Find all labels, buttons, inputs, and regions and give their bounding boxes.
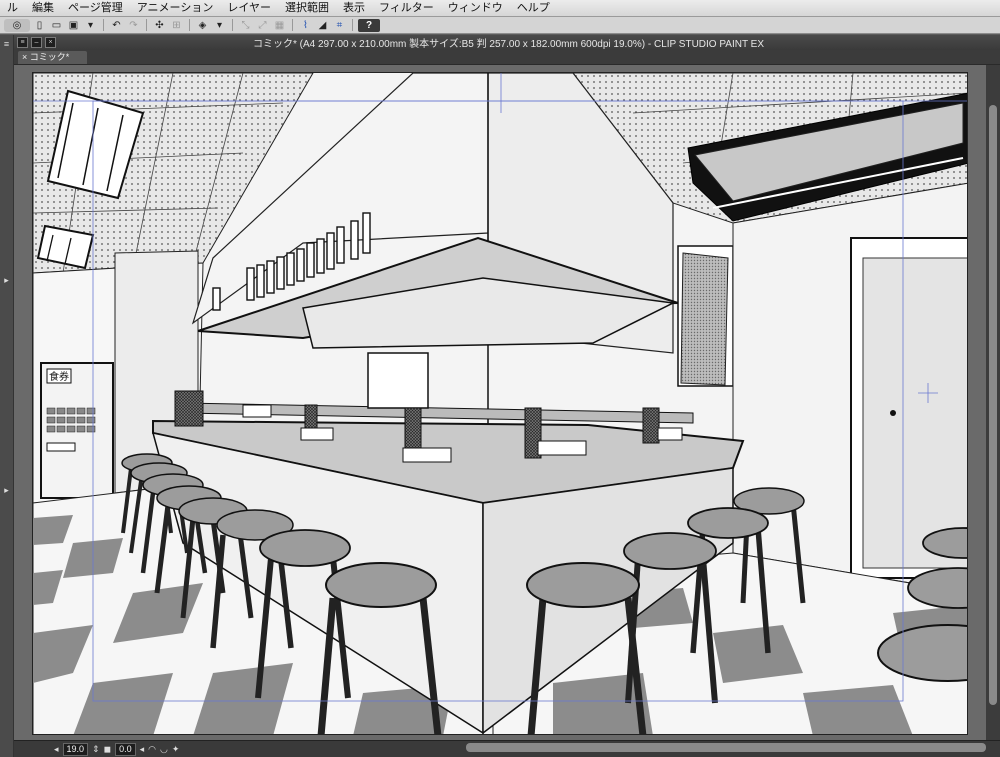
palette-tab-icon[interactable]: ▸ [0, 275, 13, 285]
menu-item-file[interactable]: ル [0, 0, 25, 16]
menu-item-edit[interactable]: 編集 [25, 0, 61, 16]
kitchen-appliance [367, 352, 429, 409]
door [850, 237, 967, 579]
manga-illustration: 食券 [33, 73, 967, 734]
toolbar-divider [103, 19, 104, 31]
tab-comic[interactable]: × コミック* [18, 51, 88, 64]
rotate-icon[interactable]: ◼ [104, 744, 111, 755]
window-controls: ≡ – × [14, 37, 77, 48]
snap-to-ruler-icon[interactable]: ⌇ [298, 19, 313, 32]
toolbar-divider [189, 19, 190, 31]
ticket-machine: 食券 [40, 362, 114, 499]
tab-label: コミック* [29, 52, 70, 62]
help-button[interactable]: ? [358, 18, 380, 32]
show-selection-icon[interactable]: ▦ [272, 19, 287, 32]
menu-item-filter[interactable]: フィルター [372, 0, 441, 16]
document-tab-strip: × コミック* [14, 50, 1000, 65]
left-palette-strip: ≡ ▸ ▸ [0, 35, 14, 757]
vertical-scrollbar-thumb[interactable] [989, 105, 997, 705]
menu-bar: ル 編集 ページ管理 アニメーション レイヤー 選択範囲 表示 フィルター ウィ… [0, 0, 1000, 17]
toolbar-divider [146, 19, 147, 31]
zoom-out-icon[interactable]: ◂ [54, 744, 59, 755]
close-icon[interactable]: × [45, 37, 56, 48]
canvas[interactable]: 食券 [32, 72, 968, 735]
document-title: コミック* (A4 297.00 x 210.00mm 製本サイズ:B5 判 2… [252, 39, 765, 50]
undo-icon[interactable]: ↶ [109, 19, 124, 32]
toolbar-divider [292, 19, 293, 31]
menu-item-view[interactable]: 表示 [336, 0, 372, 16]
toolbar-divider [232, 19, 233, 31]
menu-item-layer[interactable]: レイヤー [220, 0, 278, 16]
snap-to-grid-icon[interactable]: ⌗ [332, 19, 347, 32]
horizontal-scrollbar-thumb[interactable] [466, 743, 986, 752]
redo-icon[interactable]: ↷ [126, 19, 141, 32]
menu-item-window[interactable]: ウィンドウ [441, 0, 510, 16]
menu-item-animation[interactable]: アニメーション [130, 0, 221, 16]
clip-studio-logo-icon[interactable]: ◎ [4, 18, 30, 32]
snap-to-special-ruler-icon[interactable]: ◢ [315, 19, 330, 32]
palette-expand-icon[interactable]: ≡ [0, 39, 13, 49]
new-file-icon[interactable]: ▯ [32, 19, 47, 32]
rotate-slider-icon[interactable]: ◂ [140, 744, 145, 755]
reset-view-icon[interactable]: ✦ [172, 744, 180, 755]
open-file-icon[interactable]: ▭ [49, 19, 64, 32]
tab-close-icon[interactable]: × [22, 52, 30, 62]
expand-selection-icon[interactable]: ▾ [212, 19, 227, 32]
save-dropdown-icon[interactable]: ▾ [83, 19, 98, 32]
clear-outside-selection-icon[interactable]: ⊞ [169, 19, 184, 32]
flip-horizontal-icon[interactable]: ◠ [148, 744, 156, 755]
flip-vertical-icon[interactable]: ◡ [160, 744, 168, 755]
clear-icon[interactable]: ✣ [152, 19, 167, 32]
menu-item-page-management[interactable]: ページ管理 [61, 0, 130, 16]
transform-free-icon[interactable]: ⤢ [255, 19, 270, 32]
command-bar: ◎ ▯ ▭ ▣ ▾ ↶ ↷ ✣ ⊞ ◈ ▾ ⤡ ⤢ ▦ ⌇ ◢ ⌗ ? [0, 17, 1000, 34]
document-title-bar: ≡ – × コミック* (A4 297.00 x 210.00mm 製本サイズ:… [14, 35, 1000, 50]
condiment-set [174, 390, 204, 427]
zoom-stepper-icon[interactable]: ⇕ [92, 744, 100, 755]
vertical-scrollbar[interactable] [986, 65, 1000, 740]
save-icon[interactable]: ▣ [66, 19, 81, 32]
menu-item-selection[interactable]: 選択範囲 [278, 0, 336, 16]
fill-icon[interactable]: ◈ [195, 19, 210, 32]
condiment-set [242, 404, 272, 418]
window-menu-icon[interactable]: ≡ [17, 37, 28, 48]
noren-curtain [677, 245, 734, 387]
minimize-icon[interactable]: – [31, 37, 42, 48]
transform-icon[interactable]: ⤡ [238, 19, 253, 32]
rotation-angle-field[interactable]: 0.0 [115, 742, 136, 756]
palette-tab-icon[interactable]: ▸ [0, 485, 13, 495]
ticket-machine-sign: 食券 [49, 370, 69, 383]
toolbar-divider [352, 19, 353, 31]
zoom-level-field[interactable]: 19.0 [62, 742, 89, 756]
menu-item-help[interactable]: ヘルプ [510, 0, 557, 16]
